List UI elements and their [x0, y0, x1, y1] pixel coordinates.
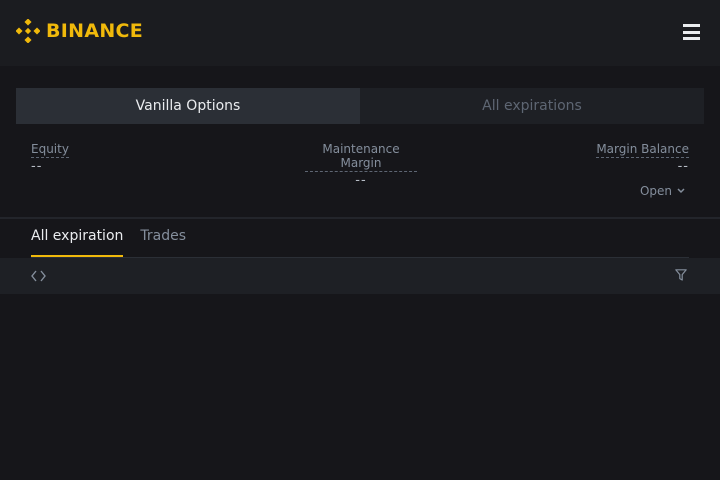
- open-dropdown-label: Open: [639, 184, 672, 198]
- equity-metric: Equity --: [31, 142, 69, 174]
- margin-balance-metric: Margin Balance --: [596, 142, 689, 174]
- header-bar: BINANCE: [0, 0, 720, 66]
- code-brackets-icon[interactable]: [31, 270, 46, 282]
- margin-balance-label[interactable]: Margin Balance: [596, 142, 689, 158]
- list-toolbar: [0, 258, 720, 294]
- order-tabs: All expiration Trades: [31, 228, 203, 258]
- maintenance-margin-metric: Maintenance Margin --: [305, 142, 417, 188]
- filter-icon[interactable]: [675, 269, 687, 281]
- brand-name: BINANCE: [46, 20, 144, 42]
- equity-label[interactable]: Equity: [31, 142, 69, 158]
- maintenance-margin-label[interactable]: Maintenance Margin: [305, 142, 417, 172]
- all-expirations-tab[interactable]: All expirations: [360, 88, 704, 124]
- open-dropdown[interactable]: Open: [640, 184, 685, 198]
- vanilla-options-tab[interactable]: Vanilla Options: [16, 88, 360, 124]
- options-type-switch: Vanilla Options All expirations: [16, 88, 704, 124]
- tab-all-expiration[interactable]: All expiration: [31, 228, 124, 258]
- margin-balance-value: --: [677, 159, 689, 174]
- section-divider: [0, 217, 720, 219]
- binance-diamond-icon: [16, 19, 40, 43]
- tab-trades[interactable]: Trades: [140, 228, 186, 258]
- hamburger-menu-icon[interactable]: [683, 24, 700, 40]
- maintenance-margin-value: --: [355, 173, 367, 188]
- chevron-down-icon: [677, 188, 685, 194]
- binance-logo[interactable]: BINANCE: [16, 18, 143, 44]
- equity-value: --: [31, 159, 43, 174]
